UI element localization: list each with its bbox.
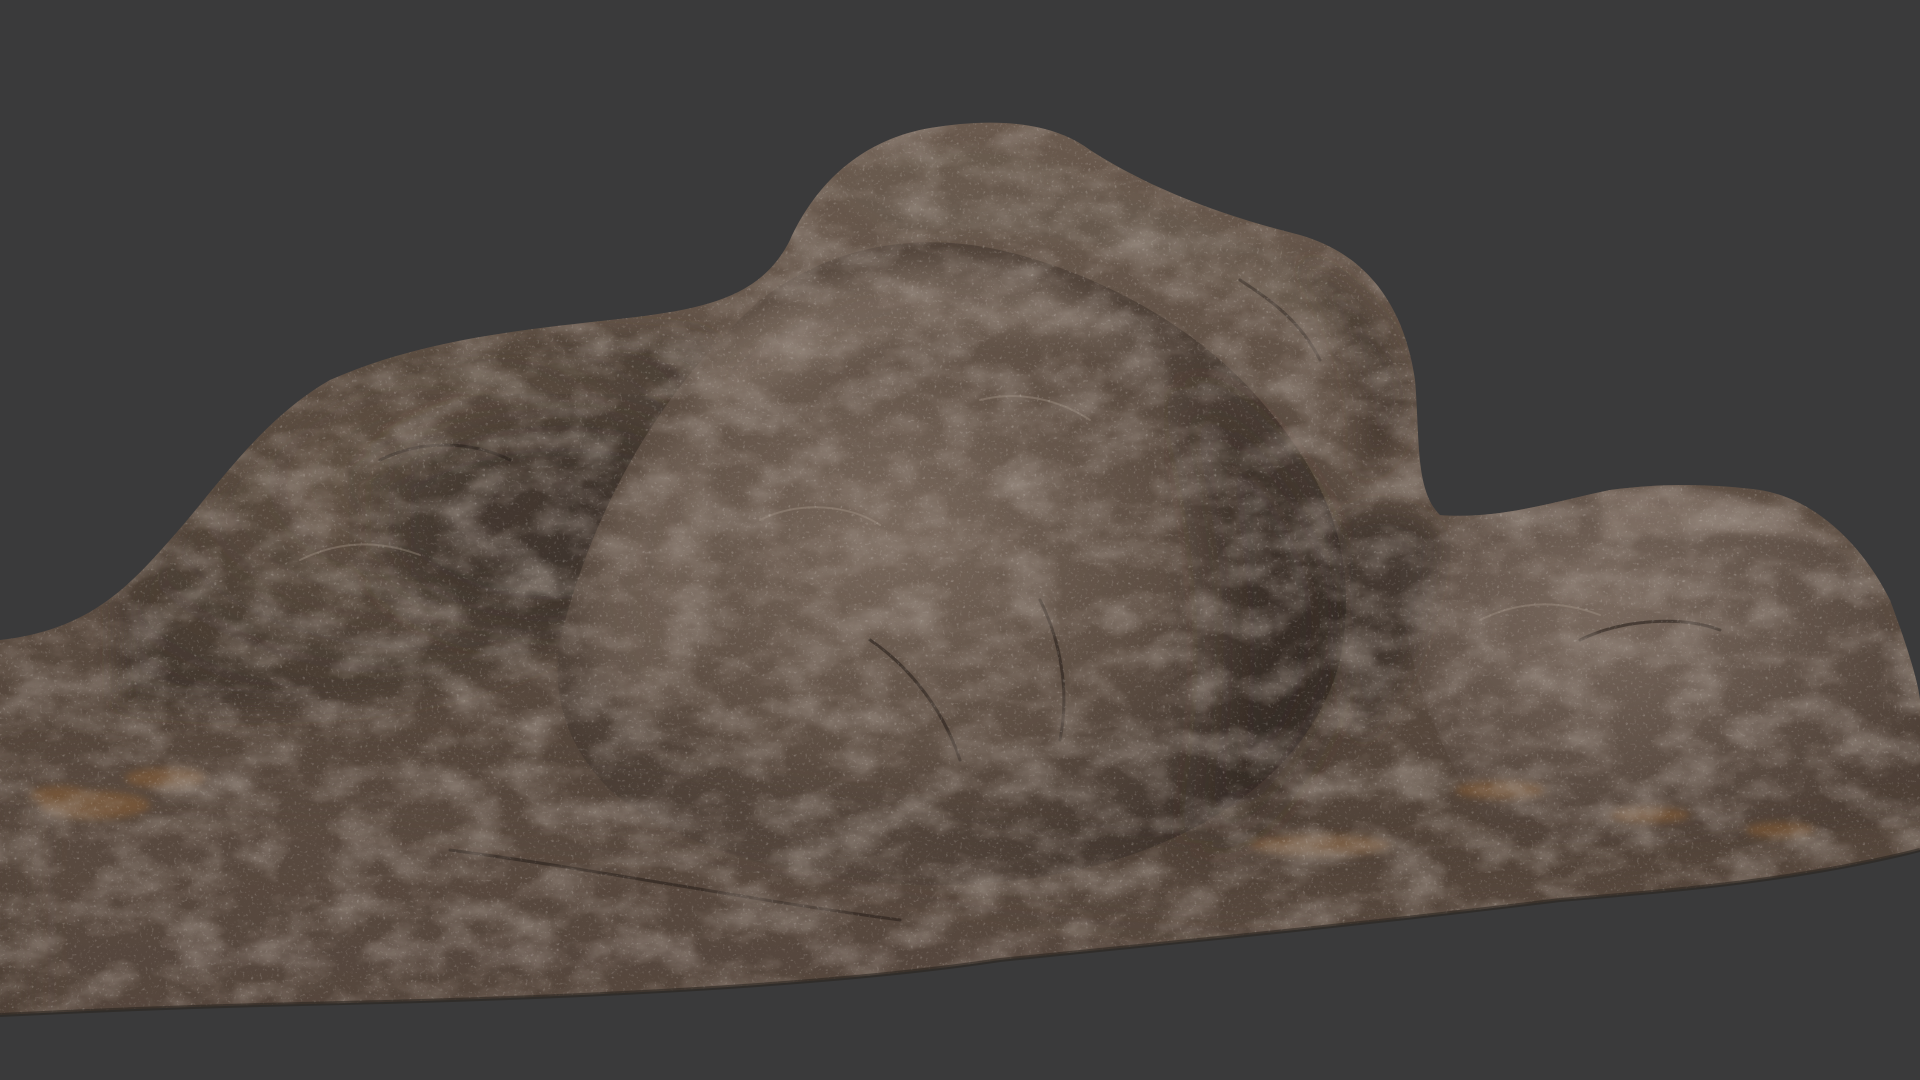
- rock-formation: [0, 122, 1920, 1017]
- rock-render: [0, 122, 1920, 1017]
- render-viewport[interactable]: [0, 0, 1920, 1080]
